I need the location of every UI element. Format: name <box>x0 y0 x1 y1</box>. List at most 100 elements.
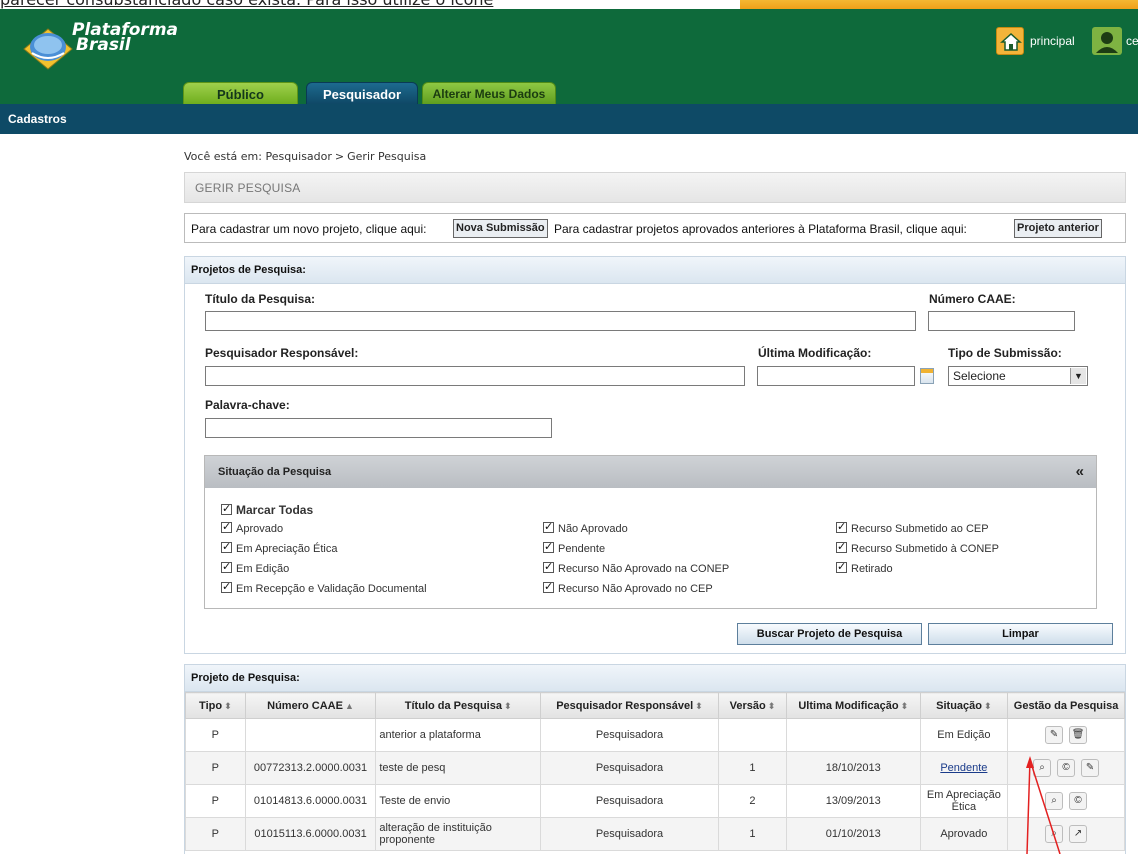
limpar-button[interactable]: Limpar <box>928 623 1113 645</box>
tab-alterar-meus-dados[interactable]: Alterar Meus Dados <box>422 82 556 105</box>
checkbox-icon[interactable] <box>836 540 847 553</box>
breadcrumb-prefix: Você está em: <box>184 150 262 163</box>
checkbox-recurso-nao-aprovado-cep[interactable]: Recurso Não Aprovado no CEP <box>543 580 713 595</box>
checkbox-icon[interactable] <box>221 560 232 573</box>
sort-icon[interactable]: ⬍ <box>695 701 703 711</box>
nav-bar: Cadastros <box>0 104 1138 134</box>
checkbox-nao-aprovado[interactable]: Não Aprovado <box>543 520 628 535</box>
col-situacao[interactable]: Situação ⬍ <box>919 692 1009 719</box>
results-table: Tipo ⬍ Número CAAE ▲ Título da Pesquisa ⬍ P… <box>185 692 1125 851</box>
breadcrumb-pesquisador[interactable]: Pesquisador <box>265 150 331 163</box>
checkbox-pendente[interactable]: Pendente <box>543 540 605 555</box>
trash-icon[interactable]: 🗑 <box>1069 726 1088 744</box>
old-project-text: Para cadastrar projetos aprovados anteri… <box>554 222 967 236</box>
tipo-submissao-value: Selecione <box>953 369 1006 383</box>
titulo-label: Título da Pesquisa: <box>205 292 316 306</box>
logo-text: Plataforma Brasil <box>72 20 179 55</box>
checkbox-icon[interactable] <box>221 520 232 533</box>
col-responsavel[interactable]: Pesquisador Responsável ⬍ <box>539 692 719 719</box>
sort-icon[interactable]: ⬍ <box>901 701 909 711</box>
checkbox-recurso-submetido-conep[interactable]: Recurso Submetido à CONEP <box>836 540 999 555</box>
sort-icon[interactable]: ⬍ <box>224 701 232 711</box>
table-row: P anterior a plataforma Pesquisadora Em … <box>185 718 1125 752</box>
chevron-down-icon[interactable]: ▼ <box>1070 368 1086 384</box>
submission-info: Para cadastrar um novo projeto, clique a… <box>184 213 1126 243</box>
breadcrumb: Você está em: Pesquisador > Gerir Pesquisa <box>184 150 427 163</box>
col-modificacao[interactable]: Ultima Modificação ⬍ <box>785 692 921 719</box>
home-link[interactable]: principal <box>1030 34 1075 48</box>
checkbox-icon[interactable] <box>543 520 554 533</box>
palavra-chave-input[interactable] <box>205 418 552 438</box>
caption-strip: parecer consubstanciado caso exista. Par… <box>0 0 1138 9</box>
checkbox-icon[interactable] <box>543 580 554 593</box>
nav-cadastros[interactable]: Cadastros <box>8 112 67 126</box>
tipo-submissao-select[interactable]: Selecione ▼ <box>948 366 1088 386</box>
results-panel-title: Projeto de Pesquisa: <box>191 672 300 684</box>
situacao-title: Situação da Pesquisa <box>218 466 332 478</box>
sort-asc-icon[interactable]: ▲ <box>345 701 354 711</box>
search-icon[interactable]: ⌕ <box>1033 759 1052 777</box>
edit-icon[interactable]: ✎ <box>1081 759 1100 777</box>
responsavel-input[interactable] <box>205 366 745 386</box>
checkbox-em-edicao[interactable]: Em Edição <box>221 560 289 575</box>
checkbox-icon[interactable] <box>221 502 232 515</box>
app-header: Plataforma Brasil principal ce Público P… <box>0 9 1138 105</box>
table-row: P 00772313.2.0000.0031 teste de pesq Pes… <box>185 751 1125 785</box>
checkbox-recurso-submetido-cep[interactable]: Recurso Submetido ao CEP <box>836 520 989 535</box>
table-row: P 01015113.6.0000.0031 alteração de inst… <box>185 817 1125 851</box>
collapse-icon[interactable]: « <box>1076 463 1084 480</box>
checkbox-icon[interactable] <box>836 520 847 533</box>
breadcrumb-gerir-pesquisa: Gerir Pesquisa <box>347 150 427 163</box>
caption-highlight <box>740 0 1138 9</box>
table-row: P 01014813.6.0000.0031 Teste de envio Pe… <box>185 784 1125 818</box>
sort-icon[interactable]: ⬍ <box>984 701 992 711</box>
tab-pesquisador[interactable]: Pesquisador <box>306 82 418 105</box>
checkbox-icon[interactable] <box>543 540 554 553</box>
buscar-button[interactable]: Buscar Projeto de Pesquisa <box>737 623 922 645</box>
projeto-anterior-button[interactable]: Projeto anterior <box>1014 219 1102 238</box>
checkbox-icon[interactable] <box>221 580 232 593</box>
copyright-icon[interactable]: © <box>1069 792 1088 810</box>
sort-icon[interactable]: ⬍ <box>504 701 512 711</box>
col-versao[interactable]: Versão ⬍ <box>717 692 787 719</box>
checkbox-aprovado[interactable]: Aprovado <box>221 520 283 535</box>
results-panel-header: Projeto de Pesquisa: <box>185 665 1125 692</box>
calendar-icon[interactable] <box>920 368 934 384</box>
palavra-chave-label: Palavra-chave: <box>205 398 290 412</box>
situacao-header: Situação da Pesquisa « <box>205 456 1096 488</box>
search-panel-header: Projetos de Pesquisa: <box>185 257 1125 284</box>
col-gestao: Gestão da Pesquisa <box>1007 692 1125 719</box>
sort-icon[interactable]: ⬍ <box>768 701 776 711</box>
checkbox-em-recepcao[interactable]: Em Recepção e Validação Documental <box>221 580 427 595</box>
user-link[interactable]: ce <box>1126 34 1138 48</box>
titulo-input[interactable] <box>205 311 916 331</box>
nova-submissao-button[interactable]: Nova Submissão <box>453 219 548 238</box>
page-title-bar: GERIR PESQUISA <box>184 172 1126 203</box>
user-icon[interactable] <box>1092 27 1122 55</box>
responsavel-label: Pesquisador Responsável: <box>205 346 359 360</box>
home-icon[interactable] <box>996 27 1024 55</box>
checkbox-marcar-todas[interactable]: Marcar Todas <box>221 502 313 517</box>
edit-icon[interactable]: ✎ <box>1045 726 1064 744</box>
checkbox-icon[interactable] <box>221 540 232 553</box>
search-icon[interactable]: ⌕ <box>1045 792 1064 810</box>
checkbox-icon[interactable] <box>543 560 554 573</box>
external-link-icon[interactable]: ↗ <box>1069 825 1088 843</box>
situacao-pendente-link[interactable]: Pendente <box>940 762 987 774</box>
col-titulo[interactable]: Título da Pesquisa ⬍ <box>375 692 541 719</box>
checkbox-icon[interactable] <box>836 560 847 573</box>
modificacao-input[interactable] <box>757 366 915 386</box>
search-icon[interactable]: ⌕ <box>1045 825 1064 843</box>
checkbox-recurso-nao-aprovado-conep[interactable]: Recurso Não Aprovado na CONEP <box>543 560 729 575</box>
search-panel-title: Projetos de Pesquisa: <box>191 264 306 276</box>
tab-publico[interactable]: Público <box>183 82 298 105</box>
checkbox-retirado[interactable]: Retirado <box>836 560 893 575</box>
col-caae[interactable]: Número CAAE ▲ <box>244 692 377 719</box>
col-tipo[interactable]: Tipo ⬍ <box>185 692 246 719</box>
checkbox-em-apreciacao-etica[interactable]: Em Apreciação Ética <box>221 540 338 555</box>
caae-input[interactable] <box>928 311 1075 331</box>
caae-label: Número CAAE: <box>929 292 1016 306</box>
copyright-icon[interactable]: © <box>1057 759 1076 777</box>
caption-text: parecer consubstanciado caso exista. Par… <box>0 0 493 9</box>
tipo-submissao-label: Tipo de Submissão: <box>948 346 1062 360</box>
